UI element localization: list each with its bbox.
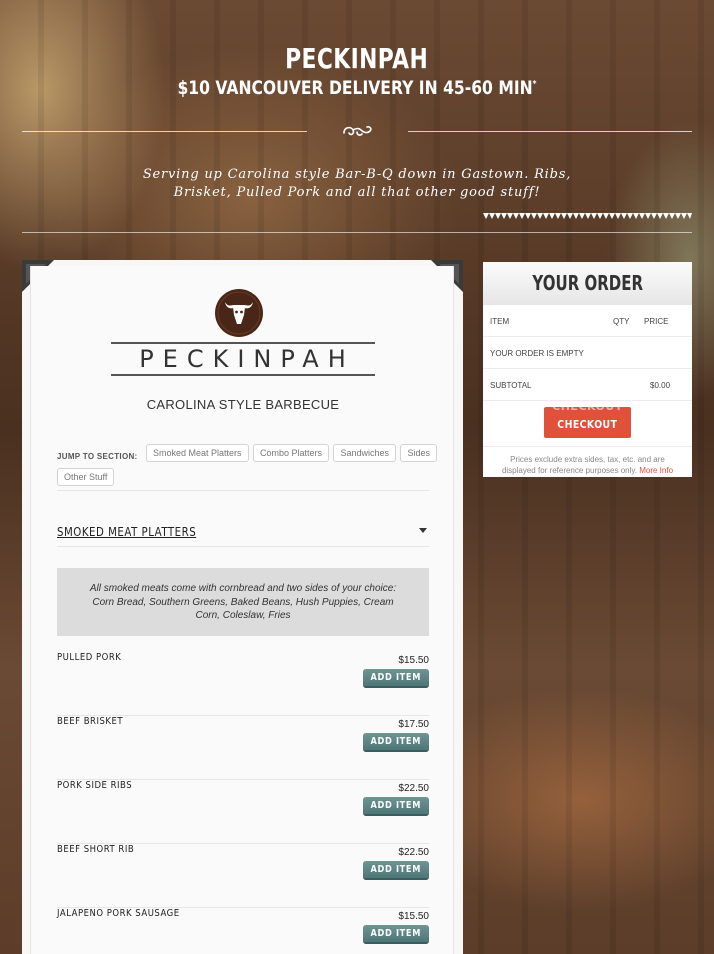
checkout-label: CHECKOUT xyxy=(557,418,618,431)
item-name: JALAPENO PORK SAUSAGE xyxy=(57,908,180,919)
checkout-area: CHECKOUT CHECKOUT xyxy=(483,401,692,447)
item-name: PORK SIDE RIBS xyxy=(57,780,133,791)
divider xyxy=(57,490,429,491)
item-price: $22.50 xyxy=(398,783,429,794)
menu-item: JALAPENO PORK SAUSAGE $15.50 ADD ITEM xyxy=(57,908,429,954)
add-item-label: ADD ITEM xyxy=(370,864,422,875)
column-qty: QTY xyxy=(613,317,630,326)
add-item-button[interactable]: ADD ITEM xyxy=(363,925,429,944)
item-name: BEEF BRISKET xyxy=(57,716,124,727)
add-item-button[interactable]: ADD ITEM xyxy=(363,797,429,816)
intro-text: Serving up Carolina style Bar-B-Q down i… xyxy=(120,166,594,202)
column-price: PRICE xyxy=(644,317,669,326)
add-item-button[interactable]: ADD ITEM xyxy=(363,669,429,688)
receipt-edge xyxy=(483,213,692,219)
more-info-link[interactable]: More Info xyxy=(639,466,673,475)
order-panel: YOUR ORDER ITEM QTY PRICE YOUR ORDER IS … xyxy=(483,262,692,477)
subtotal-label: SUBTOTAL xyxy=(490,381,532,390)
jump-link-sandwiches[interactable]: Sandwiches xyxy=(333,444,396,462)
flourish-icon xyxy=(343,126,372,136)
site-header: PECKINPAH $10 VANCOUVER DELIVERY IN 45-6… xyxy=(0,42,714,99)
tagline-asterisk: * xyxy=(532,79,537,90)
jump-link-combo-platters[interactable]: Combo Platters xyxy=(252,444,329,462)
caret-down-icon[interactable] xyxy=(419,528,427,534)
item-name: BEEF SHORT RIB xyxy=(57,844,135,855)
jump-link-sides[interactable]: Sides xyxy=(400,444,437,462)
item-price: $22.50 xyxy=(398,847,429,858)
header-rule xyxy=(22,232,692,233)
menu-content: PECKINPAH CAROLINA STYLE BARBECUE JUMP T… xyxy=(30,266,454,954)
restaurant-subtitle: CAROLINA STYLE BARBECUE xyxy=(146,397,340,412)
menu-item: BEEF SHORT RIB $22.50 ADD ITEM xyxy=(57,844,429,908)
bull-skull-logo-icon xyxy=(215,289,263,337)
site-title: PECKINPAH xyxy=(285,42,429,75)
subtotal-value: $0.00 xyxy=(650,381,671,390)
item-price: $15.50 xyxy=(398,655,429,666)
sides-notice: All smoked meats come with cornbread and… xyxy=(57,568,429,636)
menu-item: PORK SIDE RIBS $22.50 ADD ITEM xyxy=(57,780,429,844)
section-title-smoked-meat-platters[interactable]: SMOKED MEAT PLATTERS xyxy=(57,525,196,539)
divider xyxy=(57,546,429,547)
order-title: YOUR ORDER xyxy=(483,262,692,305)
menu-item: BEEF BRISKET $17.50 ADD ITEM xyxy=(57,716,429,780)
add-item-label: ADD ITEM xyxy=(370,928,422,939)
item-price: $15.50 xyxy=(398,911,429,922)
order-title-text: YOUR ORDER xyxy=(532,271,643,295)
delivery-tagline: $10 VANCOUVER DELIVERY IN 45-60 MIN* xyxy=(64,77,649,99)
tagline-text: $10 VANCOUVER DELIVERY IN 45-60 MIN xyxy=(177,77,533,99)
logo-wordmark: PECKINPAH xyxy=(111,342,375,376)
menu-item: PULLED PORK $15.50 ADD ITEM xyxy=(57,652,429,716)
jump-label: JUMP TO SECTION: xyxy=(57,451,138,461)
add-item-label: ADD ITEM xyxy=(370,672,422,683)
add-item-label: ADD ITEM xyxy=(370,736,422,747)
jump-link-other-stuff[interactable]: Other Stuff xyxy=(57,468,115,486)
item-price: $17.50 xyxy=(398,719,429,730)
price-disclaimer: Prices exclude extra sides, tax, etc. an… xyxy=(483,447,692,476)
divider-right xyxy=(408,131,692,132)
jump-link-smoked-meat-platters[interactable]: Smoked Meat Platters xyxy=(145,444,249,462)
add-item-button[interactable]: ADD ITEM xyxy=(363,733,429,752)
item-name: PULLED PORK xyxy=(57,652,122,663)
intro-line: Serving up Carolina style Bar-B-Q down i… xyxy=(142,167,572,182)
order-columns: ITEM QTY PRICE xyxy=(483,305,692,337)
checkout-button[interactable]: CHECKOUT CHECKOUT xyxy=(544,407,631,438)
divider-left xyxy=(22,131,307,132)
add-item-label: ADD ITEM xyxy=(370,800,422,811)
subtotal-row: SUBTOTAL $0.00 xyxy=(483,369,692,401)
jump-to-section: JUMP TO SECTION: Smoked Meat Platters Co… xyxy=(57,444,437,492)
column-item: ITEM xyxy=(490,317,510,326)
order-empty-row: YOUR ORDER IS EMPTY xyxy=(483,337,692,369)
menu-card: PECKINPAH CAROLINA STYLE BARBECUE JUMP T… xyxy=(22,260,463,954)
empty-order-text: YOUR ORDER IS EMPTY xyxy=(490,349,584,358)
intro-line: Brisket, Pulled Pork and all that other … xyxy=(173,185,541,200)
add-item-button[interactable]: ADD ITEM xyxy=(363,861,429,880)
